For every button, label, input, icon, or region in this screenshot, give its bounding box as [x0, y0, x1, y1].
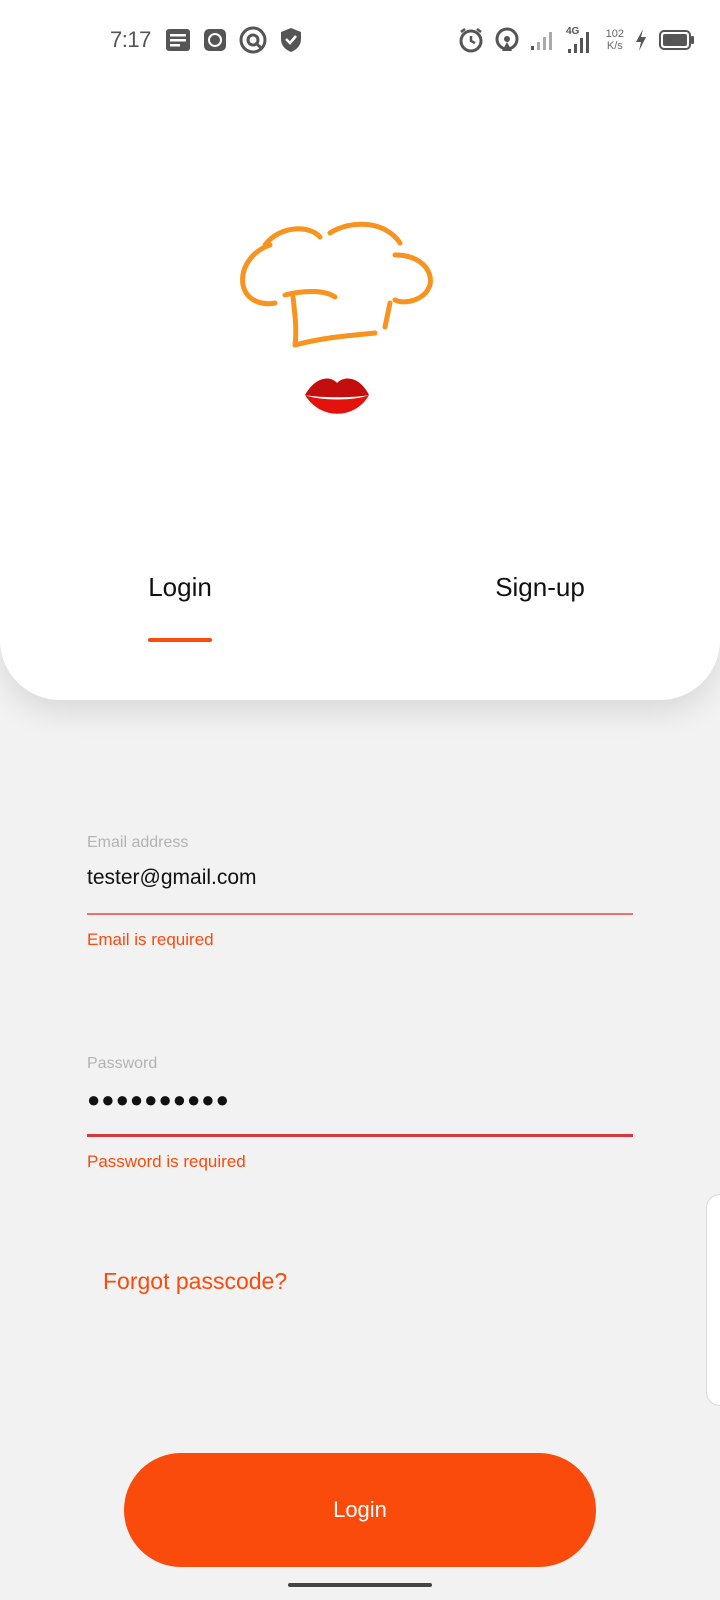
header-card: Login Sign-up — [0, 0, 720, 700]
password-underline — [87, 1134, 633, 1137]
email-error-text: Email is required — [87, 930, 214, 949]
tab-signup[interactable]: Sign-up — [490, 572, 590, 603]
network-speed-unit: K/s — [606, 40, 623, 52]
status-right: 4G 102 K/s — [458, 22, 694, 58]
alarm-icon — [458, 27, 484, 53]
status-time: 7:17 — [110, 27, 151, 52]
network-speed: 102 K/s — [606, 28, 624, 52]
network-speed-value: 102 — [605, 28, 624, 40]
status-bar: 7:17 4G 102 K/s — [0, 0, 720, 80]
password-label: Password — [87, 1055, 158, 1072]
password-error-text: Password is required — [87, 1152, 246, 1171]
charging-icon — [634, 28, 648, 52]
signal-4g-icon: 4G — [566, 25, 596, 55]
password-field[interactable] — [87, 1080, 633, 1120]
active-tab-indicator — [148, 638, 212, 642]
chef-logo — [240, 221, 433, 414]
vpn-icon — [239, 26, 267, 54]
login-button[interactable]: Login — [124, 1453, 596, 1567]
svg-text:4G: 4G — [566, 26, 580, 37]
email-field[interactable] — [87, 858, 633, 898]
notes-icon — [165, 28, 191, 52]
app-icon — [203, 28, 227, 52]
hotspot-icon — [494, 27, 520, 53]
edge-panel-handle[interactable] — [706, 1194, 720, 1406]
status-left: 7:17 — [110, 22, 303, 58]
tab-login[interactable]: Login — [148, 572, 212, 603]
forgot-passcode-link[interactable]: Forgot passcode? — [103, 1268, 287, 1295]
email-label: Email address — [87, 834, 189, 851]
email-underline — [87, 913, 633, 915]
battery-icon — [658, 29, 694, 51]
home-indicator[interactable] — [288, 1583, 432, 1587]
signal-icon — [530, 29, 556, 51]
shield-icon — [279, 27, 303, 53]
